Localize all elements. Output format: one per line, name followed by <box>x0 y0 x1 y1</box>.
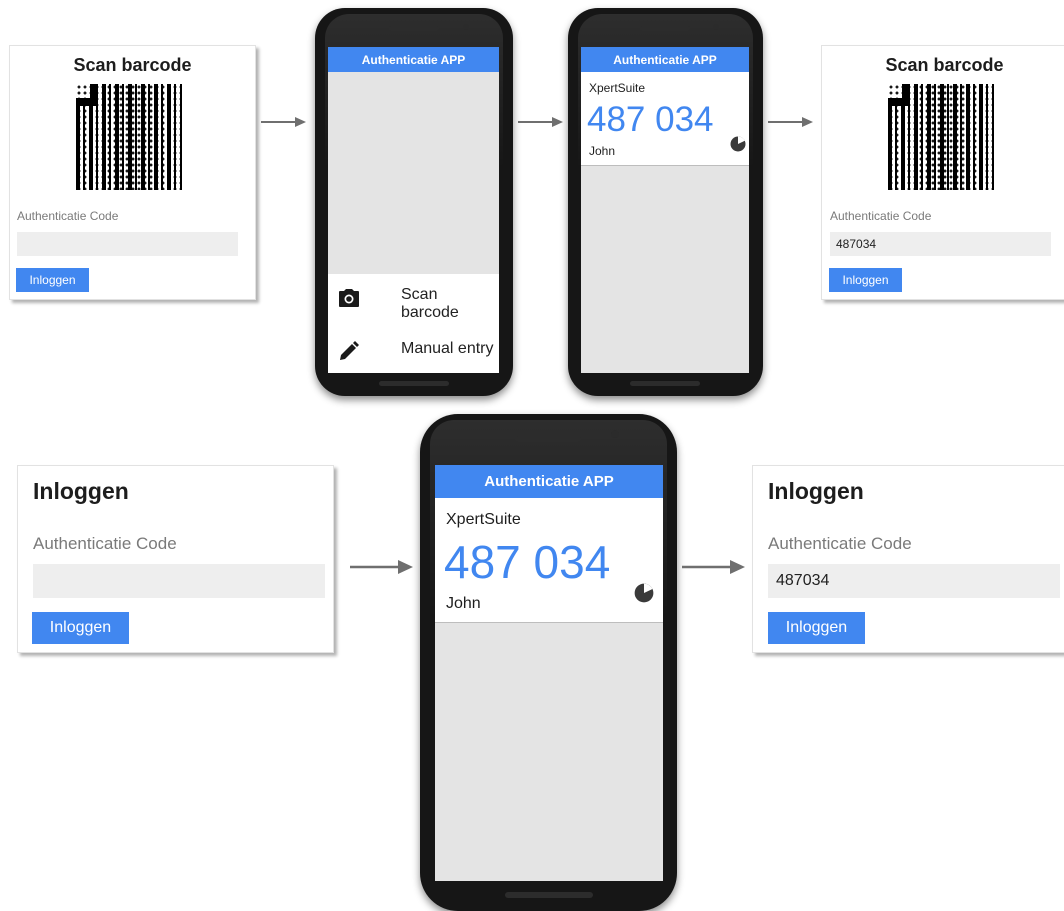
token-card[interactable]: XpertSuite 487 034 John <box>435 498 663 623</box>
phone-token-large: Authenticatie APP XpertSuite 487 034 Joh… <box>420 414 677 911</box>
qr-code-image <box>76 84 182 190</box>
phone-screen: Authenticatie APP XpertSuite 487 034 Joh… <box>435 465 663 881</box>
login-button[interactable]: Inloggen <box>16 268 89 292</box>
token-code: 487 034 <box>587 100 714 139</box>
code-input[interactable]: 487034 <box>768 564 1060 598</box>
code-input[interactable] <box>33 564 325 598</box>
menu-item-manual-entry[interactable]: Manual entry <box>328 326 499 373</box>
phone-screen: Authenticatie APP Scan barcode Manual en… <box>328 47 499 373</box>
card-title: Scan barcode <box>73 55 192 75</box>
menu-label-scan-barcode: Scan barcode <box>401 286 459 321</box>
camera-icon <box>339 289 359 307</box>
phone-token-small: Authenticatie APP XpertSuite 487 034 Joh… <box>568 8 763 396</box>
card-title: Inloggen <box>768 478 864 504</box>
token-user: John <box>589 144 616 158</box>
bottom-speaker <box>379 381 449 386</box>
login-card-filled: Inloggen Authenticatie Code 487034 Inlog… <box>752 465 1064 653</box>
pencil-icon <box>340 341 359 360</box>
arrow-right-icon <box>768 117 813 127</box>
code-input[interactable]: 487034 <box>830 232 1051 256</box>
timer-pie-icon <box>634 583 654 603</box>
app-bar-title: Authenticatie APP <box>581 47 749 72</box>
login-button[interactable]: Inloggen <box>829 268 902 292</box>
code-input[interactable] <box>17 232 238 256</box>
token-issuer: XpertSuite <box>446 511 521 528</box>
card-title: Scan barcode <box>885 55 1004 75</box>
bottom-speaker <box>630 381 700 386</box>
token-user: John <box>446 595 481 612</box>
app-bar-title: Authenticatie APP <box>435 465 663 498</box>
code-label: Authenticatie Code <box>33 534 177 553</box>
arrow-right-icon <box>261 117 306 127</box>
arrow-right-icon <box>350 560 413 574</box>
code-label: Authenticatie Code <box>830 209 932 223</box>
bottom-speaker <box>505 892 593 898</box>
front-camera <box>713 24 719 30</box>
token-card[interactable]: XpertSuite 487 034 John <box>581 72 749 166</box>
front-camera <box>463 24 469 30</box>
token-code: 487 034 <box>444 536 611 588</box>
top-speaker <box>389 26 439 31</box>
timer-pie-icon <box>730 136 746 152</box>
top-speaker <box>515 436 581 442</box>
top-speaker <box>640 26 690 31</box>
card-title: Inloggen <box>33 478 129 504</box>
login-card: Inloggen Authenticatie Code Inloggen <box>17 465 334 653</box>
add-account-menu: Scan barcode Manual entry <box>328 274 499 373</box>
front-camera <box>611 430 619 438</box>
phone-scan-menu: Authenticatie APP Scan barcode Manual en… <box>315 8 513 396</box>
phone-screen: Authenticatie APP XpertSuite 487 034 Joh… <box>581 47 749 373</box>
app-bar-title: Authenticatie APP <box>328 47 499 72</box>
menu-item-scan-barcode[interactable]: Scan barcode <box>328 274 499 326</box>
scan-barcode-card-filled: Scan barcode Authenticatie Code 487034 I… <box>821 45 1064 300</box>
arrow-right-icon <box>518 117 563 127</box>
code-label: Authenticatie Code <box>17 209 119 223</box>
qr-code-image <box>888 84 994 190</box>
token-issuer: XpertSuite <box>589 81 646 95</box>
scan-barcode-card: Scan barcode Authenticatie Code Inloggen <box>9 45 256 300</box>
code-label: Authenticatie Code <box>768 534 912 553</box>
arrow-right-icon <box>682 560 745 574</box>
login-button[interactable]: Inloggen <box>768 612 865 644</box>
login-button[interactable]: Inloggen <box>32 612 129 644</box>
menu-label-manual-entry: Manual entry <box>401 340 494 357</box>
